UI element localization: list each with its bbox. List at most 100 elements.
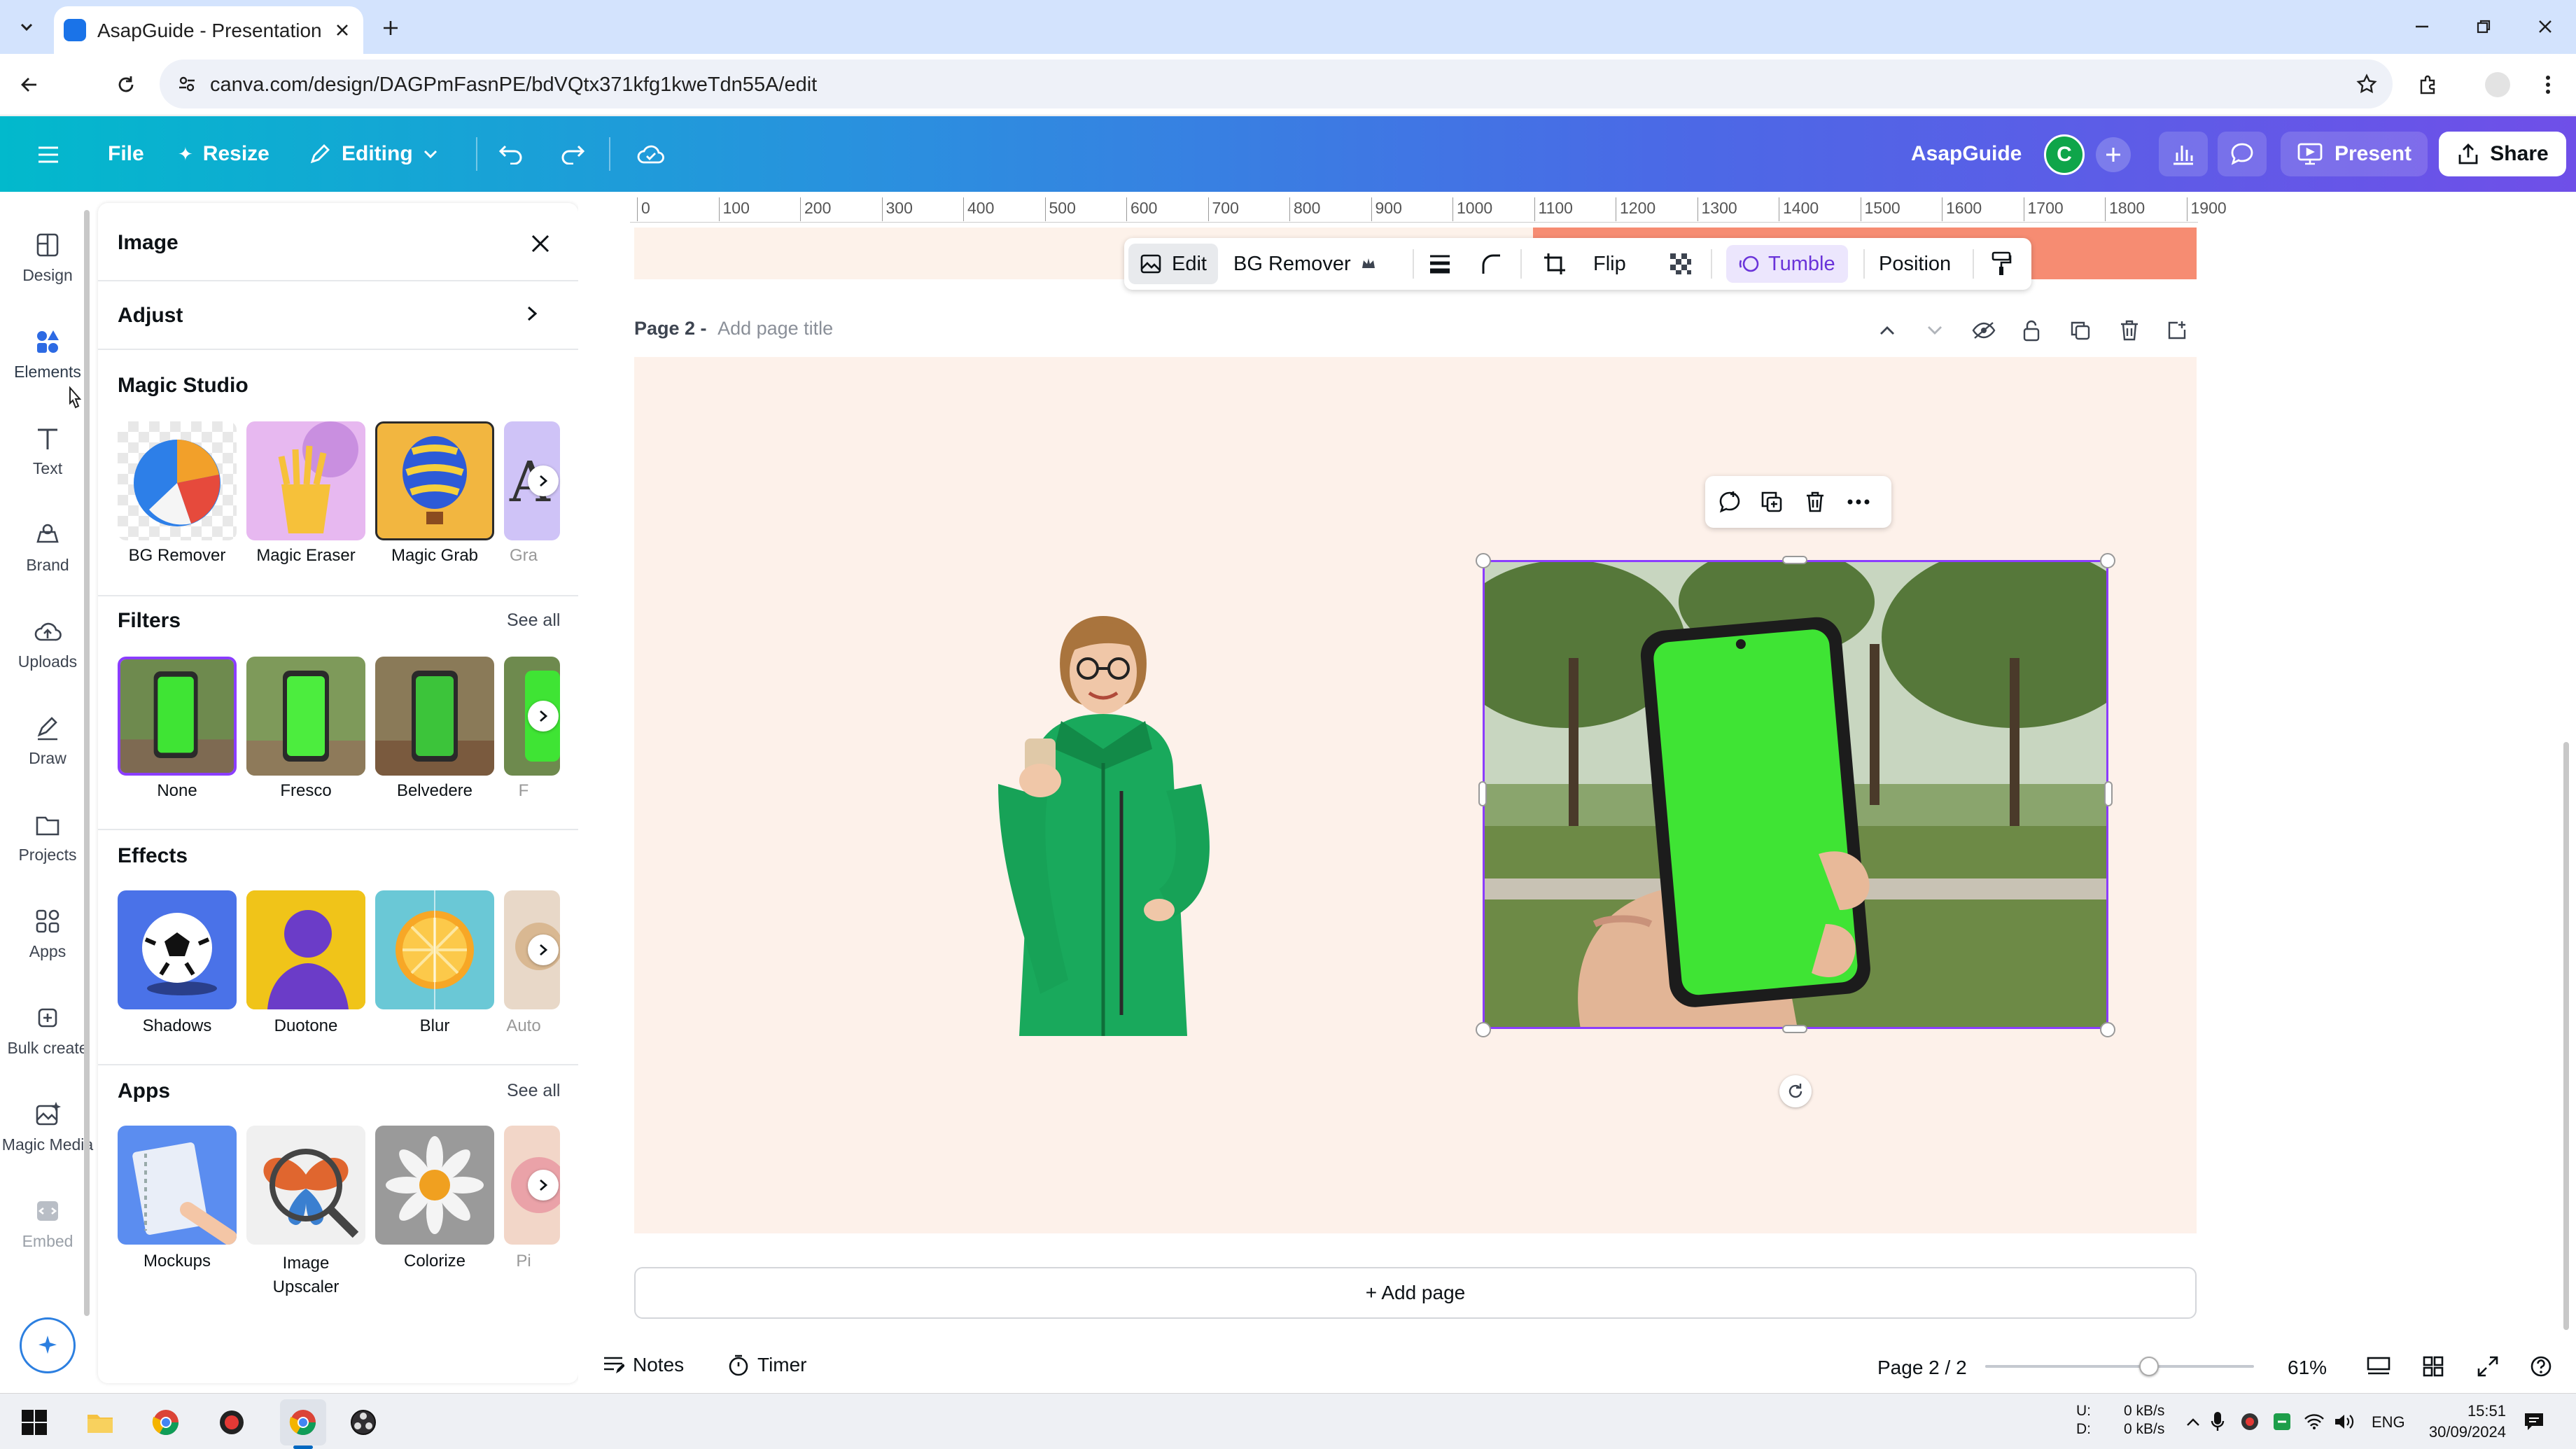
app-mockups-tile[interactable] [118, 1126, 237, 1245]
bg-remover-button[interactable]: BG Remover [1233, 238, 1376, 290]
close-tab-icon[interactable] [328, 16, 356, 44]
magic-eraser-tile[interactable] [246, 421, 365, 540]
back-icon[interactable] [14, 69, 45, 100]
reload-icon[interactable] [111, 69, 141, 100]
file-explorer-icon[interactable] [83, 1405, 118, 1440]
invite-plus-icon[interactable] [2096, 137, 2131, 172]
browser-tab[interactable]: AsapGuide - Presentation [54, 6, 363, 54]
windows-start-icon[interactable] [18, 1406, 50, 1438]
file-menu-button[interactable]: File [108, 116, 144, 192]
recorder-tray-icon[interactable] [2237, 1409, 2262, 1434]
effect-blur-tile[interactable] [375, 890, 494, 1009]
resize-handle-right[interactable] [2104, 781, 2113, 806]
transparency-icon[interactable] [1663, 246, 1698, 281]
position-button[interactable]: Position [1879, 238, 1951, 290]
microphone-icon[interactable] [2205, 1409, 2230, 1434]
close-window-icon[interactable] [2531, 13, 2559, 41]
chrome-icon[interactable] [148, 1405, 183, 1440]
bg-remover-tile[interactable] [118, 421, 237, 540]
filters-next-icon[interactable] [528, 701, 559, 732]
apps-see-all-link[interactable]: See all [507, 1081, 560, 1101]
filter-none-tile[interactable] [118, 657, 237, 776]
page-title-input[interactable]: Add page title [718, 318, 833, 339]
page-indicator[interactable]: Page 2 / 2 [1877, 1357, 1967, 1379]
sidebar-item-design[interactable]: Design [0, 210, 95, 305]
sidebar-item-apps[interactable]: Apps [0, 886, 95, 981]
comment-add-icon[interactable] [1712, 484, 1747, 519]
editing-mode-button[interactable]: Editing [308, 116, 438, 192]
crop-icon[interactable] [1537, 246, 1572, 281]
main-menu-icon[interactable] [32, 139, 64, 171]
border-style-icon[interactable] [1422, 246, 1457, 281]
more-options-icon[interactable] [1841, 484, 1876, 519]
effect-duotone-tile[interactable] [246, 890, 365, 1009]
sidebar-item-brand[interactable]: Brand [0, 500, 95, 595]
duplicate-page-icon[interactable] [2066, 316, 2094, 344]
rotate-handle-icon[interactable] [1779, 1075, 1812, 1107]
sidebar-item-embed[interactable]: Embed [0, 1176, 95, 1271]
sidebar-item-draw[interactable]: Draw [0, 693, 95, 788]
sidebar-item-text[interactable]: Text [0, 403, 95, 498]
design-page[interactable] [634, 357, 2197, 1233]
bookmark-star-icon[interactable] [2353, 71, 2380, 97]
help-icon[interactable] [2526, 1351, 2556, 1382]
close-panel-icon[interactable] [521, 224, 560, 263]
sidebar-item-bulk-create[interactable]: Bulk create [0, 983, 95, 1078]
hide-page-eye-icon[interactable] [1970, 316, 1998, 344]
add-page-after-icon[interactable] [2163, 316, 2191, 344]
screen-recorder-icon[interactable] [214, 1405, 249, 1440]
magic-grab-tile[interactable] [375, 421, 494, 540]
resize-handle-bottom[interactable] [1782, 1025, 1807, 1033]
fullscreen-icon[interactable] [2472, 1351, 2503, 1382]
thumbnail-view-icon[interactable] [2363, 1351, 2394, 1382]
comment-icon[interactable] [2218, 132, 2267, 176]
app-colorize-tile[interactable] [375, 1126, 494, 1245]
zoom-level[interactable]: 61% [2288, 1357, 2327, 1379]
move-page-down-icon[interactable] [1921, 316, 1949, 344]
filter-fresco-tile[interactable] [246, 657, 365, 776]
app-image-upscaler-tile[interactable] [246, 1126, 365, 1245]
tumble-animation-button[interactable]: Tumble [1726, 245, 1848, 283]
present-button[interactable]: Present [2281, 132, 2428, 176]
sidebar-item-projects[interactable]: Projects [0, 790, 95, 885]
copy-style-paint-roller-icon[interactable] [1984, 246, 2019, 281]
minimize-window-icon[interactable] [2408, 13, 2436, 41]
redo-icon[interactable] [556, 137, 589, 171]
notifications-icon[interactable] [2520, 1408, 2548, 1436]
clock[interactable]: 15:51 30/09/2024 [2422, 1401, 2506, 1443]
volume-icon[interactable] [2331, 1409, 2356, 1434]
cloud-saved-icon[interactable] [633, 137, 669, 171]
edit-image-button[interactable]: Edit [1128, 244, 1218, 284]
delete-element-icon[interactable] [1798, 484, 1833, 519]
lock-page-icon[interactable] [2017, 316, 2045, 344]
woman-cutout-image[interactable] [956, 602, 1250, 1036]
resize-handle-top[interactable] [1782, 556, 1807, 564]
resize-handle-top-left[interactable] [1476, 553, 1491, 568]
filters-see-all-link[interactable]: See all [507, 610, 560, 631]
canvas-scrollbar[interactable] [2563, 742, 2569, 1330]
tray-overflow-chevron-icon[interactable] [2183, 1409, 2204, 1434]
flip-button[interactable]: Flip [1593, 238, 1626, 290]
delete-page-icon[interactable] [2115, 316, 2143, 344]
share-button[interactable]: Share [2439, 132, 2566, 176]
insights-chart-icon[interactable] [2159, 132, 2208, 176]
corner-rounding-icon[interactable] [1474, 246, 1509, 281]
resize-handle-bottom-right[interactable] [2100, 1022, 2115, 1037]
team-name[interactable]: AsapGuide [1911, 116, 2022, 192]
apps-next-icon[interactable] [528, 1170, 559, 1200]
undo-icon[interactable] [494, 137, 528, 171]
effects-next-icon[interactable] [528, 934, 559, 965]
chrome-active-icon[interactable] [280, 1399, 326, 1446]
grid-view-icon[interactable] [2418, 1351, 2449, 1382]
timer-button[interactable]: Timer [728, 1354, 807, 1376]
effect-shadows-tile[interactable] [118, 890, 237, 1009]
avatar[interactable]: C [2044, 134, 2097, 175]
add-page-button[interactable]: + Add page [634, 1267, 2197, 1319]
magic-studio-next-icon[interactable] [528, 465, 559, 496]
resize-handle-left[interactable] [1478, 781, 1487, 806]
address-bar[interactable]: canva.com/design/DAGPmFasnPE/bdVQtx371kf… [160, 59, 2393, 108]
zoom-slider-track[interactable] [1985, 1357, 2254, 1376]
input-language[interactable]: ENG [2372, 1413, 2405, 1432]
zoom-slider-thumb[interactable] [2139, 1357, 2160, 1376]
new-tab-icon[interactable] [375, 13, 406, 43]
